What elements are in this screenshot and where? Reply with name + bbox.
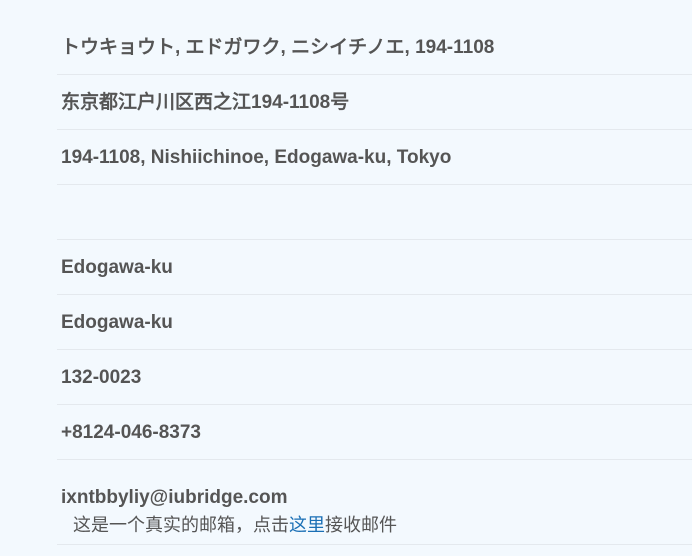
ward-value: Edogawa-ku	[61, 311, 173, 333]
address-romaji-row: 194-1108, Nishiichinoe, Edogawa-ku, Toky…	[57, 130, 692, 185]
city-row: Edogawa-ku	[57, 240, 692, 295]
phone-value: +8124-046-8373	[61, 421, 201, 443]
phone-row: +8124-046-8373	[57, 405, 692, 460]
email-row: ixntbbyliy@iubridge.com 这是一个真实的邮箱，点击这里接收…	[57, 460, 692, 545]
city-value: Edogawa-ku	[61, 256, 173, 278]
email-note-prefix: 这是一个真实的邮箱，点击	[73, 515, 289, 535]
address-kanji-row: 东京都江户川区西之江194-1108号	[57, 75, 692, 130]
email-note-suffix: 接收邮件	[325, 515, 397, 535]
ward-row: Edogawa-ku	[57, 295, 692, 350]
address-romaji: 194-1108, Nishiichinoe, Edogawa-ku, Toky…	[61, 146, 452, 168]
email-value: ixntbbyliy@iubridge.com	[61, 487, 288, 508]
email-note: 这是一个真实的邮箱，点击这里接收邮件	[57, 515, 397, 537]
postal-code-row: 132-0023	[57, 350, 692, 405]
address-kanji: 东京都江户川区西之江194-1108号	[61, 91, 350, 113]
address-details-list: トウキョウト, エドガワク, ニシイチノエ, 194-1108 东京都江户川区西…	[57, 20, 692, 545]
postal-code-value: 132-0023	[61, 366, 142, 388]
address-katakana: トウキョウト, エドガワク, ニシイチノエ, 194-1108	[61, 36, 495, 58]
address-katakana-row: トウキョウト, エドガワク, ニシイチノエ, 194-1108	[57, 20, 692, 75]
receive-mail-link[interactable]: 这里	[289, 515, 325, 535]
empty-row	[57, 185, 692, 240]
